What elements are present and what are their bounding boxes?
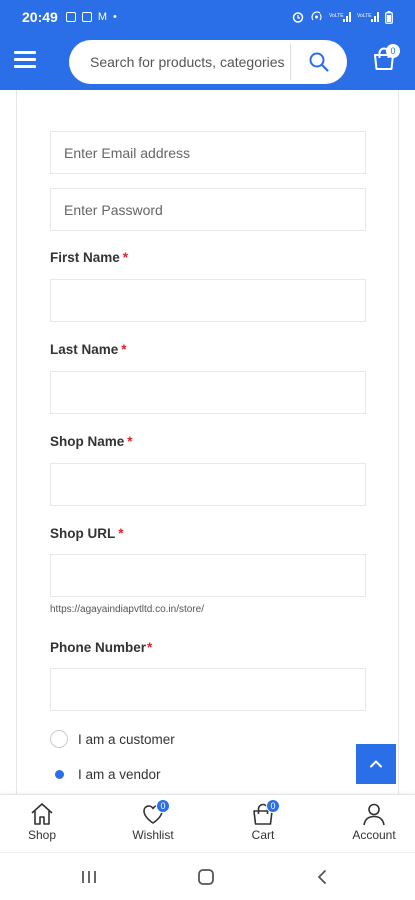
status-bar: 20:49 M • VoLTE VoLTE: [0, 0, 415, 34]
nav-cart-label: Cart: [251, 828, 275, 842]
phone-number-field[interactable]: [50, 668, 366, 711]
recent-apps-icon: [82, 871, 96, 883]
home-icon: [28, 801, 56, 827]
status-time: 20:49: [22, 9, 58, 25]
signal-icon-1: VoLTE: [329, 12, 351, 22]
status-system-icons: VoLTE VoLTE: [292, 10, 393, 24]
required-mark: *: [147, 640, 153, 655]
radio-selected-dot: [54, 769, 64, 779]
home-button[interactable]: [191, 865, 221, 889]
search-bar[interactable]: Search for products, categories: [69, 40, 347, 84]
wishlist-count-badge: 0: [156, 799, 170, 813]
hotspot-icon: [311, 11, 322, 21]
app-header: Search for products, categories 0: [0, 34, 415, 90]
home-square-icon: [198, 869, 214, 885]
header-cart-badge: 0: [386, 44, 400, 58]
search-button[interactable]: [291, 40, 347, 84]
nav-account-label: Account: [352, 828, 396, 842]
last-name-label: Last Name *: [50, 342, 127, 357]
gallery-icon: [81, 12, 92, 22]
chevron-up-icon: [370, 760, 382, 768]
search-input[interactable]: Search for products, categories: [69, 54, 290, 70]
bottom-navigation: Shop 0 Wishlist 0 Cart Account: [0, 794, 415, 852]
radio-vendor[interactable]: I am a vendor: [50, 765, 161, 783]
radio-vendor-circle[interactable]: [50, 765, 68, 783]
user-icon: [360, 801, 388, 827]
phone-number-label-text: Phone Number: [50, 640, 147, 655]
nav-cart[interactable]: 0 Cart: [223, 799, 303, 842]
alarm-icon: [292, 12, 304, 23]
nav-wishlist-label: Wishlist: [132, 828, 174, 842]
back-button[interactable]: [307, 865, 337, 889]
nav-shop[interactable]: Shop: [2, 801, 82, 842]
nav-account[interactable]: Account: [334, 801, 414, 842]
required-mark: *: [127, 434, 133, 449]
battery-icon: [385, 10, 393, 24]
shop-url-hint: https://agayaindiapvtltd.co.in/store/: [50, 604, 204, 615]
first-name-field[interactable]: [50, 279, 366, 322]
registration-form-scroll[interactable]: Enter Email address Enter Password First…: [0, 90, 415, 794]
shop-url-label-text: Shop URL: [50, 526, 116, 541]
menu-icon[interactable]: [14, 51, 36, 71]
first-name-label: First Name *: [50, 250, 128, 265]
shop-name-label-text: Shop Name: [50, 434, 125, 449]
status-notification-icons: M •: [65, 11, 117, 23]
shop-name-field[interactable]: [50, 463, 366, 506]
svg-text:VoLTE: VoLTE: [357, 13, 372, 19]
required-mark: *: [122, 250, 129, 265]
dot-icon: •: [112, 11, 117, 23]
required-mark: *: [121, 342, 127, 357]
notification-icon: [65, 12, 76, 22]
last-name-label-text: Last Name: [50, 342, 119, 357]
shopping-bag-icon: 0: [249, 799, 280, 827]
nav-wishlist[interactable]: 0 Wishlist: [113, 799, 193, 842]
shop-url-label: Shop URL *: [50, 526, 124, 541]
shop-url-field[interactable]: [50, 554, 366, 597]
radio-customer[interactable]: I am a customer: [50, 730, 175, 748]
password-field[interactable]: Enter Password: [50, 188, 366, 231]
first-name-label-text: First Name: [50, 250, 120, 265]
mail-icon: M: [97, 11, 107, 23]
search-icon: [309, 52, 329, 72]
radio-customer-circle[interactable]: [50, 730, 68, 748]
cart-count-badge: 0: [266, 799, 280, 813]
phone-number-label: Phone Number*: [50, 640, 152, 655]
shop-name-label: Shop Name *: [50, 434, 133, 449]
radio-customer-label: I am a customer: [78, 731, 175, 747]
last-name-field[interactable]: [50, 371, 366, 414]
svg-text:VoLTE: VoLTE: [329, 13, 344, 19]
heart-icon: 0: [139, 799, 170, 827]
nav-shop-label: Shop: [27, 828, 57, 842]
header-cart-button[interactable]: 0: [371, 44, 400, 74]
email-field[interactable]: Enter Email address: [50, 131, 366, 174]
signal-icon-2: VoLTE: [357, 12, 379, 22]
radio-vendor-label: I am a vendor: [78, 766, 161, 782]
required-mark: *: [118, 526, 124, 541]
scroll-to-top-button[interactable]: [356, 744, 396, 784]
chevron-left-icon: [318, 870, 326, 884]
recent-apps-button[interactable]: [74, 865, 104, 889]
system-navigation-bar: [0, 852, 415, 900]
